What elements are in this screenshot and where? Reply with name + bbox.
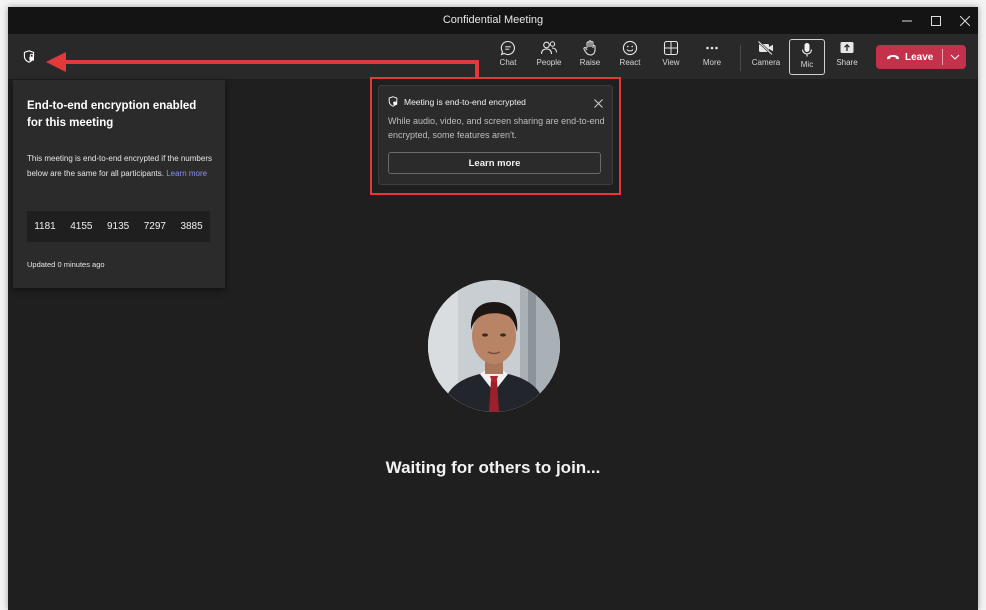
maximize-icon <box>931 15 941 26</box>
participant-avatar <box>428 280 560 412</box>
encryption-notice-popup: Meeting is end-to-end encrypted While au… <box>378 85 613 185</box>
leave-label: Leave <box>905 51 934 63</box>
leave-button[interactable]: Leave <box>876 45 942 69</box>
leave-options-button[interactable] <box>943 45 966 69</box>
mic-label: Mic <box>800 60 814 69</box>
react-label: React <box>619 58 641 67</box>
toolbar-divider <box>740 45 741 71</box>
chat-button[interactable]: Chat <box>490 40 526 74</box>
panel-title: End-to-end encryption enabled for this m… <box>27 100 197 129</box>
verification-code: 1181 <box>34 221 56 232</box>
popup-description: While audio, video, and screen sharing a… <box>388 116 605 140</box>
participant-photo <box>428 280 560 412</box>
meeting-window: Confidential Meeting Chat People Raise R… <box>8 7 978 610</box>
view-label: View <box>662 58 680 67</box>
people-label: People <box>536 58 562 67</box>
chat-label: Chat <box>499 58 517 67</box>
minimize-icon <box>902 20 912 21</box>
share-label: Share <box>836 58 858 67</box>
updated-timestamp: Updated 0 minutes ago <box>27 260 105 269</box>
window-title: Confidential Meeting <box>442 14 544 26</box>
camera-label: Camera <box>751 58 781 67</box>
shield-lock-icon <box>388 96 398 107</box>
verification-codes: 1181 4155 9135 7297 3885 <box>27 211 210 242</box>
meeting-toolbar: Chat People Raise React View More Camera… <box>8 34 978 79</box>
panel-description: This meeting is end-to-end encrypted if … <box>27 152 212 181</box>
people-icon <box>540 41 557 55</box>
raise-label: Raise <box>579 58 601 67</box>
view-grid-icon <box>663 40 679 56</box>
people-button[interactable]: People <box>531 40 567 74</box>
panel-learn-more-link[interactable]: Learn more <box>166 169 207 178</box>
shield-lock-icon <box>23 49 35 63</box>
title-bar: Confidential Meeting <box>8 7 978 34</box>
learn-more-button[interactable]: Learn more <box>388 152 601 174</box>
raise-hand-button[interactable]: Raise <box>572 40 608 74</box>
close-icon <box>594 99 603 108</box>
minimize-button[interactable] <box>892 10 922 31</box>
react-button[interactable]: React <box>612 40 648 74</box>
chat-icon <box>500 40 515 56</box>
close-icon <box>960 15 970 26</box>
maximize-button[interactable] <box>921 10 951 31</box>
verification-code: 3885 <box>180 221 203 232</box>
mic-icon <box>801 43 813 57</box>
share-icon <box>840 42 854 53</box>
verification-code: 7297 <box>143 221 166 232</box>
raise-hand-icon <box>583 40 596 56</box>
more-icon <box>706 46 718 50</box>
more-label: More <box>702 58 722 67</box>
verification-code: 4155 <box>70 221 93 232</box>
leave-button-group: Leave <box>876 45 966 69</box>
camera-button[interactable]: Camera <box>748 40 784 74</box>
view-button[interactable]: View <box>653 40 689 74</box>
more-button[interactable]: More <box>694 40 730 74</box>
popup-header: Meeting is end-to-end encrypted <box>388 96 526 107</box>
chevron-down-icon <box>950 54 959 60</box>
verification-code: 9135 <box>106 221 130 232</box>
mic-button[interactable]: Mic <box>789 39 825 75</box>
encryption-shield-button[interactable] <box>20 47 38 65</box>
react-smiley-icon <box>622 40 638 56</box>
popup-title: Meeting is end-to-end encrypted <box>404 96 526 107</box>
encryption-details-panel: End-to-end encryption enabled for this m… <box>13 80 225 288</box>
popup-close-button[interactable] <box>594 95 603 113</box>
share-button[interactable]: Share <box>829 40 865 74</box>
close-window-button[interactable] <box>950 10 978 31</box>
waiting-message: Waiting for others to join... <box>385 458 601 477</box>
hang-up-icon <box>887 55 899 60</box>
camera-off-icon <box>757 40 773 56</box>
